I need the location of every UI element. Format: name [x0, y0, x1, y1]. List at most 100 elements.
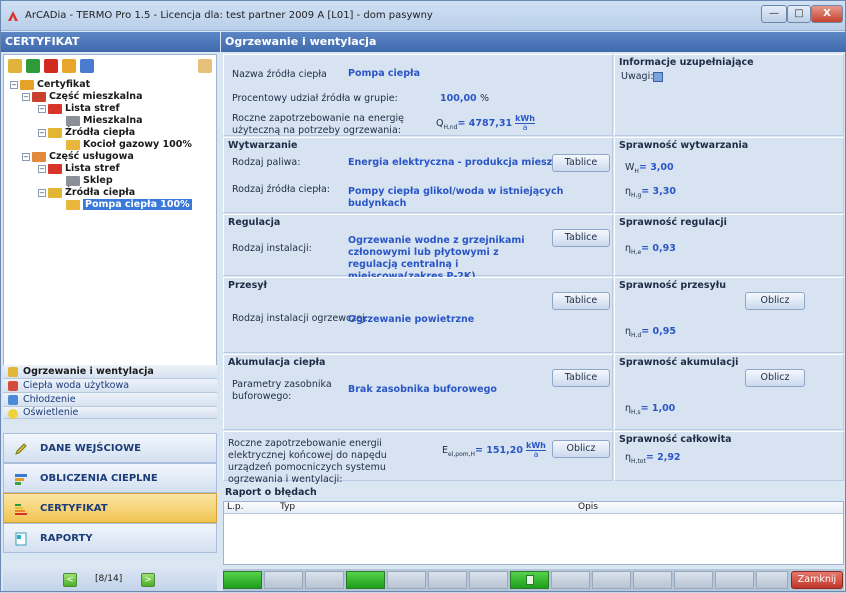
- demand-value: QH,nd= 4787,31 kWh a: [436, 114, 535, 132]
- collapse-icon[interactable]: −: [38, 164, 46, 173]
- storage-param-value: Brak zasobnika buforowego: [348, 384, 497, 395]
- nav-reports[interactable]: RAPORTY: [3, 523, 217, 553]
- eta-hg-value: ηH,g= 3,30: [625, 186, 676, 199]
- collapse-icon[interactable]: −: [38, 128, 46, 137]
- energy-label-icon: [15, 504, 27, 515]
- storage-calc-button[interactable]: Oblicz: [745, 369, 805, 387]
- document-icon: [526, 575, 534, 585]
- tree-node-zone-residential[interactable]: Mieszkalna: [66, 115, 143, 127]
- tree-node-zone-service[interactable]: Sklep: [66, 175, 113, 187]
- nav-certificate[interactable]: CERTYFIKAT: [3, 493, 217, 523]
- add-icon[interactable]: [26, 59, 40, 73]
- production-efficiency-title: Sprawność wytwarzania: [619, 140, 749, 151]
- error-table-header: L.p. Typ Opis: [224, 502, 843, 514]
- tree-node-residential[interactable]: − Część mieszkalna: [22, 91, 142, 103]
- tree-node-heat-pump[interactable]: Pompa ciepła 100%: [66, 199, 192, 211]
- status-step-3[interactable]: [305, 571, 344, 589]
- collapse-icon[interactable]: −: [22, 152, 30, 161]
- collapse-icon[interactable]: −: [38, 188, 46, 197]
- source-section: Nazwa źródła ciepła Pompa ciepła Procent…: [223, 54, 613, 136]
- snowflake-icon: [8, 395, 18, 405]
- next-page-button[interactable]: >: [141, 573, 155, 587]
- status-step-6[interactable]: [428, 571, 467, 589]
- storage-param-label: Parametry zasobnika buforowego:: [232, 379, 332, 402]
- tree-node-heat-service[interactable]: − Źródła ciepła: [38, 187, 135, 199]
- nav-thermal-calc[interactable]: OBLICZENIA CIEPLNE: [3, 463, 217, 493]
- tree-node-boiler[interactable]: Kocioł gazowy 100%: [66, 139, 192, 151]
- status-step-1[interactable]: [223, 571, 262, 589]
- source-name: Pompa ciepła: [348, 68, 420, 79]
- storage-tables-button[interactable]: Tablice: [552, 369, 610, 387]
- error-report-table[interactable]: L.p. Typ Opis: [223, 501, 844, 565]
- pager: < [8/14] >: [3, 569, 217, 591]
- bulb-icon: [8, 409, 18, 419]
- boiler-icon: [66, 139, 80, 150]
- page-indicator: [8/14]: [95, 574, 123, 584]
- storage-title: Akumulacja ciepła: [228, 357, 326, 368]
- wand-icon[interactable]: [198, 59, 212, 73]
- auxiliary-calc-button[interactable]: Oblicz: [552, 440, 610, 458]
- production-tables-button[interactable]: Tablice: [552, 154, 610, 172]
- new-folder-icon[interactable]: [8, 59, 22, 73]
- status-step-11[interactable]: [633, 571, 672, 589]
- collapse-icon[interactable]: −: [22, 92, 30, 101]
- error-report-title: Raport o błędach: [225, 487, 317, 498]
- source-name-label: Nazwa źródła ciepła: [232, 69, 327, 80]
- status-step-2[interactable]: [264, 571, 303, 589]
- tree-node-heat-residential[interactable]: − Źródła ciepła: [38, 127, 135, 139]
- col-lp: L.p.: [227, 502, 244, 512]
- app-window: ArCADia - TERMO Pro 1.5 - Licencja dla: …: [0, 0, 846, 592]
- status-step-7[interactable]: [469, 571, 508, 589]
- regulation-efficiency-title: Sprawność regulacji: [619, 217, 727, 228]
- status-step-10[interactable]: [592, 571, 631, 589]
- tree-node-service[interactable]: − Część usługowa: [22, 151, 134, 163]
- delete-icon[interactable]: [44, 59, 58, 73]
- status-step-8[interactable]: [510, 571, 549, 589]
- zones-icon: [48, 103, 62, 114]
- regulation-section: Regulacja Rodzaj instalacji: Ogrzewanie …: [223, 214, 613, 282]
- subnav-cooling[interactable]: Chłodzenie: [3, 393, 217, 407]
- report-icon: [15, 532, 27, 546]
- zone-icon: [66, 115, 80, 126]
- notes-icon[interactable]: [653, 72, 663, 82]
- heat-source-icon: [48, 127, 62, 138]
- status-step-13[interactable]: [715, 571, 754, 589]
- heat-pump-icon: [66, 199, 80, 210]
- status-step-12[interactable]: [674, 571, 713, 589]
- status-step-14[interactable]: [756, 571, 788, 589]
- edit-icon[interactable]: [62, 59, 76, 73]
- info-section: Informacje uzupełniające Uwagi:: [614, 54, 844, 136]
- tree-node-certificate[interactable]: − Certyfikat: [10, 79, 90, 91]
- zones-icon: [48, 163, 62, 174]
- maximize-button[interactable]: □: [787, 5, 811, 23]
- subnav-heating[interactable]: Ogrzewanie i wentylacja: [3, 365, 217, 379]
- prev-page-button[interactable]: <: [63, 573, 77, 587]
- main-panel: Ogrzewanie i wentylacja Nazwa źródła cie…: [221, 32, 846, 593]
- col-description: Opis: [578, 502, 598, 512]
- building-icon: [32, 151, 46, 162]
- regulation-install-value: Ogrzewanie wodne z grzejnikami członowym…: [348, 235, 525, 282]
- nav-input-data[interactable]: DANE WEJŚCIOWE: [3, 433, 217, 463]
- collapse-icon[interactable]: −: [38, 104, 46, 113]
- fuel-value: Energia elektryczna - produkcja mieszana: [348, 157, 572, 168]
- transfer-tables-button[interactable]: Tablice: [552, 292, 610, 310]
- status-step-5[interactable]: [387, 571, 426, 589]
- tree-node-zones-service[interactable]: − Lista stref: [38, 163, 120, 175]
- transfer-calc-button[interactable]: Oblicz: [745, 292, 805, 310]
- subnav-hot-water[interactable]: Ciepła woda użytkowa: [3, 379, 217, 393]
- window-title: ArCADia - TERMO Pro 1.5 - Licencja dla: …: [25, 10, 433, 21]
- subnav-lighting[interactable]: Oświetlenie: [3, 407, 217, 419]
- storage-efficiency-section: Sprawność akumulacji Oblicz ηH,s= 1,00: [614, 354, 844, 430]
- save-icon[interactable]: [80, 59, 94, 73]
- status-step-9[interactable]: [551, 571, 590, 589]
- status-step-4[interactable]: [346, 571, 385, 589]
- close-button[interactable]: Zamknij: [791, 571, 843, 589]
- collapse-icon[interactable]: −: [10, 80, 18, 89]
- close-window-button[interactable]: X: [811, 5, 843, 23]
- regulation-tables-button[interactable]: Tablice: [552, 229, 610, 247]
- share-unit: %: [480, 93, 490, 104]
- tree-node-zones-residential[interactable]: − Lista stref: [38, 103, 120, 115]
- eta-hd-value: ηH,d= 0,95: [625, 326, 676, 339]
- minimize-button[interactable]: —: [761, 5, 787, 23]
- certificate-icon: [20, 79, 34, 90]
